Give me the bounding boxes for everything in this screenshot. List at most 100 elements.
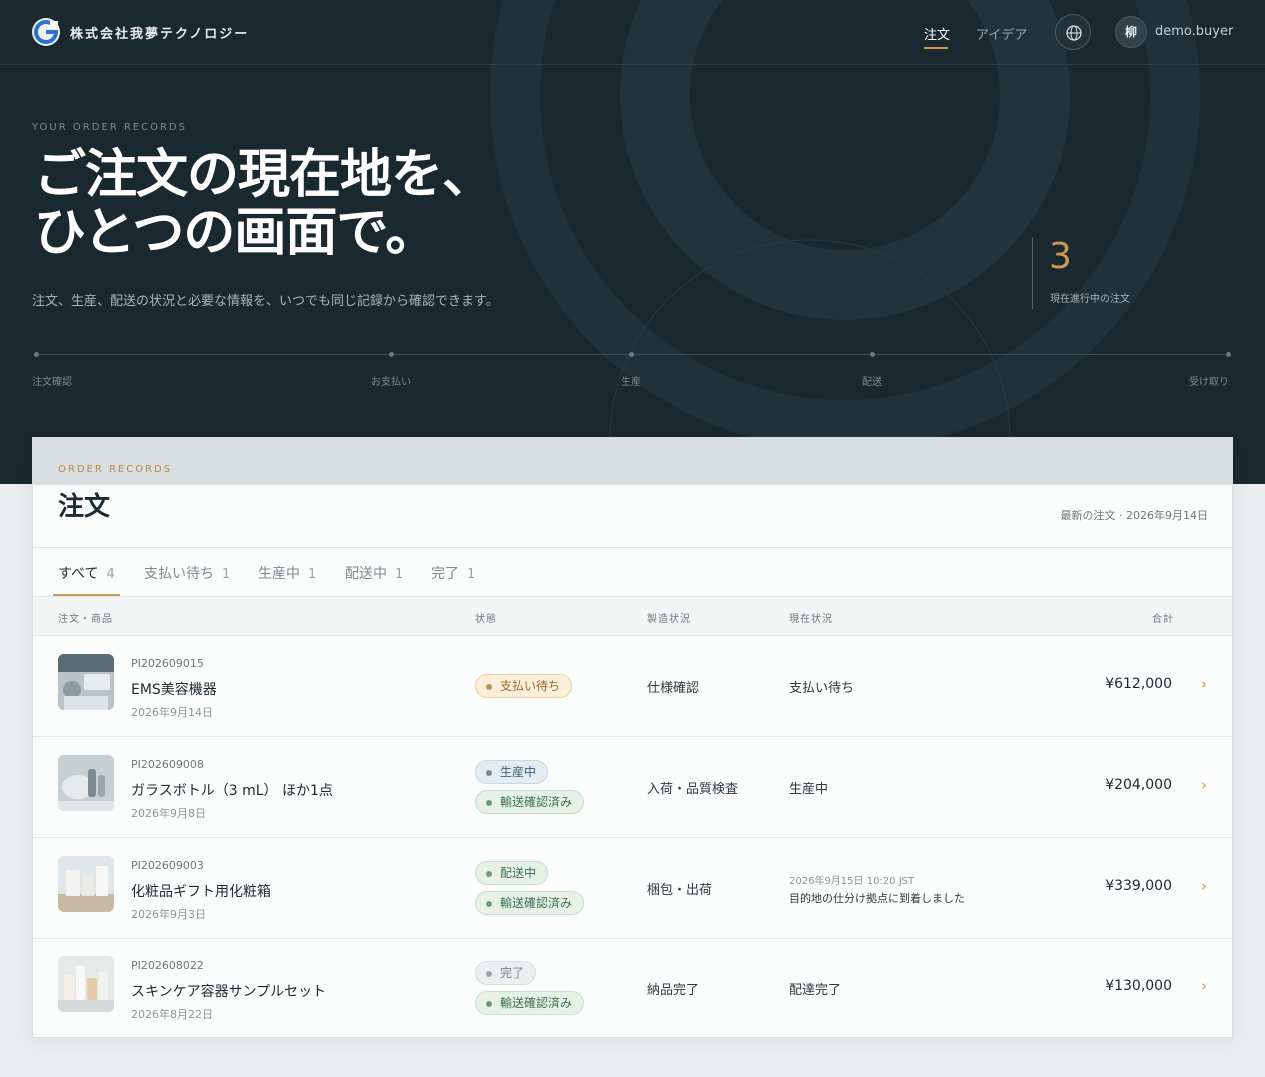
hero-subtitle: 注文、生産、配送の状況と必要な情報を、いつでも同じ記録から確認できます。 <box>32 294 499 309</box>
step-label-production: 生産 <box>621 377 641 388</box>
tab-shipping[interactable]: 配送中 1 <box>345 563 403 583</box>
manufacturing-status: 入荷・品質検査 <box>647 782 739 797</box>
order-id[interactable]: PI202609015 <box>131 657 204 670</box>
tab-count: 1 <box>222 567 231 582</box>
top-navigation-bar: 株式会社我夢テクノロジー 注文 アイデア 柳 demo.buyer <box>0 0 1265 65</box>
table-row[interactable]: PI202609003 化粧品ギフト用化粧箱 2026年9月3日 配送中 輸送確… <box>33 838 1232 939</box>
orders-title: 注文 <box>58 492 111 522</box>
table-row[interactable]: PI202608022 スキンケア容器サンプルセット 2026年8月22日 完了… <box>33 938 1232 1039</box>
order-id[interactable]: PI202609003 <box>131 859 204 872</box>
step-dot <box>34 352 39 357</box>
order-date: 2026年9月8日 <box>131 807 206 820</box>
nav-orders[interactable]: 注文 <box>924 24 950 43</box>
logo-icon[interactable] <box>32 18 60 46</box>
product-name[interactable]: ガラスボトル（3 mL） ほか1点 <box>131 780 333 800</box>
orders-eyebrow: ORDER RECORDS <box>58 464 173 475</box>
hero-section: 株式会社我夢テクノロジー 注文 アイデア 柳 demo.buyer YOUR O… <box>0 0 1265 484</box>
active-order-count-label: 現在進行中の注文 <box>1050 294 1130 305</box>
status-badge: 完了 <box>475 961 537 985</box>
current-status: 生産中 <box>789 782 829 797</box>
tab-completed[interactable]: 完了 1 <box>431 563 475 583</box>
orders-card: ORDER RECORDS 注文 最新の注文 · 2026年9月14日 すべて 4… <box>32 437 1233 1038</box>
table-row[interactable]: PI202609015 EMS美容機器 2026年9月14日 支払い待ち 仕様確… <box>33 636 1232 737</box>
tab-count: 4 <box>106 567 115 582</box>
current-status: 支払い待ち <box>789 681 855 696</box>
order-total: ¥204,000 <box>1105 777 1172 793</box>
language-button[interactable] <box>1055 14 1091 50</box>
hero-title: ご注文の現在地を、 ひとつの画面で。 <box>34 146 674 262</box>
order-total: ¥339,000 <box>1105 878 1172 894</box>
latest-order-date: 最新の注文 · 2026年9月14日 <box>1060 509 1208 522</box>
tab-count: 1 <box>467 567 476 582</box>
column-header-status: 状態 <box>475 614 497 625</box>
shipping-confirmed-badge: 輸送確認済み <box>475 891 585 915</box>
step-label-shipping: 配送 <box>862 377 882 388</box>
step-dot <box>629 352 634 357</box>
product-thumbnail <box>58 956 114 1012</box>
step-dot <box>1226 352 1231 357</box>
manufacturing-status: 梱包・出荷 <box>647 883 713 898</box>
username[interactable]: demo.buyer <box>1155 24 1233 39</box>
avatar[interactable]: 柳 <box>1115 16 1147 48</box>
table-row[interactable]: PI202609008 ガラスボトル（3 mL） ほか1点 2026年9月8日 … <box>33 737 1232 838</box>
tab-label: 完了 <box>431 566 459 582</box>
card-header-band <box>33 438 1232 485</box>
current-status: 配達完了 <box>789 983 842 998</box>
product-name[interactable]: 化粧品ギフト用化粧箱 <box>131 881 271 901</box>
step-label-payment: お支払い <box>371 377 411 388</box>
status-badge: 配送中 <box>475 861 549 885</box>
tab-all[interactable]: すべて 4 <box>58 563 115 583</box>
globe-icon <box>1066 25 1082 41</box>
hero-title-line-2: ひとつの画面で。 <box>34 203 437 263</box>
tab-count: 1 <box>395 567 404 582</box>
order-date: 2026年9月3日 <box>131 908 206 921</box>
chevron-right-icon[interactable]: › <box>1201 977 1207 995</box>
product-thumbnail <box>58 856 114 912</box>
order-id[interactable]: PI202609008 <box>131 758 204 771</box>
column-header-manufacturing: 製造状況 <box>647 614 691 625</box>
manufacturing-status: 納品完了 <box>647 983 700 998</box>
shipping-confirmed-badge: 輸送確認済み <box>475 790 585 814</box>
order-date: 2026年8月22日 <box>131 1008 213 1021</box>
table-header: 注文・商品 状態 製造状況 現在状況 合計 <box>33 596 1232 636</box>
product-name[interactable]: EMS美容機器 <box>131 679 217 699</box>
product-thumbnail <box>58 654 114 710</box>
tab-count: 1 <box>308 567 317 582</box>
status-badge: 生産中 <box>475 760 549 784</box>
chevron-right-icon[interactable]: › <box>1201 877 1207 895</box>
current-status: 目的地の仕分け拠点に到着しました <box>789 892 965 905</box>
nav-active-indicator <box>924 47 948 49</box>
chevron-right-icon[interactable]: › <box>1201 776 1207 794</box>
count-divider <box>1032 237 1033 309</box>
order-total: ¥130,000 <box>1105 978 1172 994</box>
column-header-current: 現在状況 <box>789 614 833 625</box>
column-header-order: 注文・商品 <box>58 614 113 625</box>
step-label-receipt: 受け取り <box>1189 377 1229 388</box>
step-dot <box>389 352 394 357</box>
current-status-time: 2026年9月15日 10:20 JST <box>789 876 915 887</box>
product-thumbnail <box>58 755 114 811</box>
shipping-confirmed-badge: 輸送確認済み <box>475 991 585 1015</box>
tab-awaiting-payment[interactable]: 支払い待ち 1 <box>144 563 230 583</box>
manufacturing-status: 仕様確認 <box>647 681 700 696</box>
hero-eyebrow: YOUR ORDER RECORDS <box>32 122 187 133</box>
company-name[interactable]: 株式会社我夢テクノロジー <box>70 23 249 42</box>
nav-ideas[interactable]: アイデア <box>976 24 1027 43</box>
chevron-right-icon[interactable]: › <box>1201 675 1207 693</box>
hero-title-line-1: ご注文の現在地を、 <box>34 145 494 205</box>
status-badge: 支払い待ち <box>475 674 573 698</box>
column-header-total: 合計 <box>1152 614 1174 625</box>
product-name[interactable]: スキンケア容器サンプルセット <box>131 981 326 1001</box>
tab-label: 配送中 <box>345 566 387 582</box>
tab-label: 支払い待ち <box>144 566 214 582</box>
tab-label: すべて <box>58 566 99 582</box>
order-total: ¥612,000 <box>1105 676 1172 692</box>
divider <box>33 547 1232 548</box>
tab-label: 生産中 <box>258 566 300 582</box>
step-dot <box>870 352 875 357</box>
order-id[interactable]: PI202608022 <box>131 959 204 972</box>
active-order-count: 3 <box>1049 236 1072 277</box>
tab-in-production[interactable]: 生産中 1 <box>258 563 316 583</box>
order-date: 2026年9月14日 <box>131 706 213 719</box>
step-label-order-confirm: 注文確認 <box>32 377 72 388</box>
